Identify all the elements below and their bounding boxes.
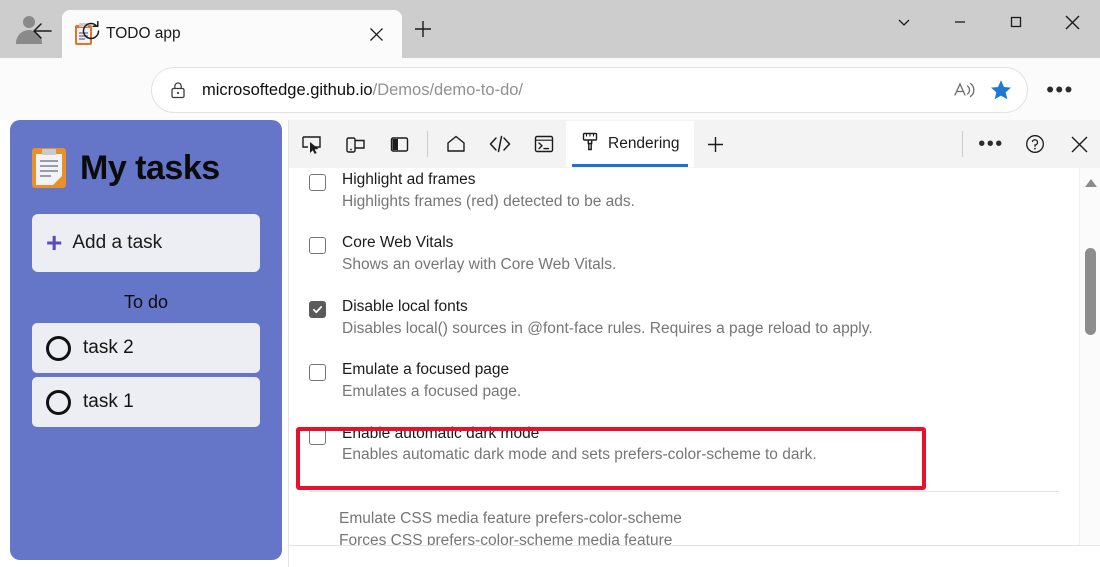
device-emulation-icon[interactable] xyxy=(333,124,377,164)
page-viewport: My tasks + To do task 2 task 1 xyxy=(0,120,1100,567)
reload-button[interactable] xyxy=(72,12,110,50)
task-list: task 2 task 1 xyxy=(32,323,260,427)
more-tools-label: ••• xyxy=(978,133,1004,155)
page-title: My tasks xyxy=(80,148,220,187)
devtools-close-button[interactable] xyxy=(1057,124,1100,164)
option-title: Disable local fonts xyxy=(342,297,468,315)
address-input-container[interactable]: microsoftedge.github.io/Demos/demo-to-do… xyxy=(152,68,1027,112)
clipboard-icon xyxy=(32,148,66,188)
task-toggle-icon[interactable] xyxy=(46,389,71,415)
todo-app-panel: My tasks + To do task 2 task 1 xyxy=(10,120,358,560)
inspect-element-icon[interactable] xyxy=(289,124,333,164)
url-text: microsoftedge.github.io/Demos/demo-to-do… xyxy=(202,81,947,100)
task-label: task 2 xyxy=(83,337,134,358)
devtools-panel: Rendering ••• Highlight ad frames Highli… xyxy=(288,120,1100,567)
tab-title: TODO app xyxy=(106,25,181,42)
option-description: Shows an overlay with Core Web Vitals. xyxy=(342,256,617,274)
option-title: Enable automatic dark mode xyxy=(342,424,540,442)
checkbox[interactable] xyxy=(309,237,326,255)
url-path: /Demos/demo-to-do/ xyxy=(372,80,524,99)
task-label: task 1 xyxy=(83,391,134,412)
list-item[interactable]: task 2 xyxy=(32,323,260,373)
lock-icon xyxy=(168,80,188,100)
toolbar-divider xyxy=(427,131,428,157)
checkbox[interactable] xyxy=(309,174,326,191)
checkbox[interactable] xyxy=(309,300,326,318)
browser-tab[interactable]: TODO app xyxy=(62,10,402,58)
rendering-option-core-web-vitals[interactable]: Core Web Vitals Shows an overlay with Co… xyxy=(303,223,1065,286)
elements-code-icon[interactable] xyxy=(478,124,522,164)
console-terminal-icon[interactable] xyxy=(522,124,566,164)
tab-rendering-label: Rendering xyxy=(608,135,680,152)
rendering-options-list: Highlights elements (teal) that can slow… xyxy=(289,168,1100,567)
option-description: Emulates a focused page. xyxy=(342,383,522,401)
more-tools-button[interactable]: ••• xyxy=(969,124,1013,164)
list-item[interactable]: task 1 xyxy=(32,377,260,427)
close-icon[interactable] xyxy=(362,20,390,48)
rendering-option-prefers-color-scheme[interactable]: Emulate CSS media feature prefers-color-… xyxy=(303,492,1065,553)
browser-settings-button[interactable]: ••• xyxy=(1042,75,1078,105)
task-toggle-icon[interactable] xyxy=(46,335,71,361)
help-question-icon[interactable] xyxy=(1013,124,1057,164)
toolbar-right-group: ••• xyxy=(956,124,1100,164)
star-filled-icon[interactable] xyxy=(983,74,1019,106)
window-close-button[interactable] xyxy=(1044,0,1100,44)
url-host: microsoftedge.github.io xyxy=(202,80,373,99)
add-task-row[interactable]: + xyxy=(32,214,358,272)
rendering-option-automatic-dark-mode[interactable]: Enable automatic dark mode Enables autom… xyxy=(303,414,1065,477)
option-description: Enables automatic dark mode and sets pre… xyxy=(342,446,817,464)
home-icon[interactable] xyxy=(434,124,478,164)
window-controls xyxy=(876,0,1100,58)
todo-header: My tasks xyxy=(32,148,260,188)
maximize-button[interactable] xyxy=(988,0,1044,44)
scroll-up-arrow-icon[interactable] xyxy=(1080,172,1100,194)
add-task-input[interactable] xyxy=(72,232,318,254)
rendering-brush-icon xyxy=(580,131,600,157)
checkbox[interactable] xyxy=(309,427,326,445)
plus-icon: + xyxy=(46,227,63,258)
option-description: Disables local() sources in @font-face r… xyxy=(342,319,873,337)
devtools-toolbar: Rendering ••• xyxy=(289,120,1100,168)
devtools-scrollbar[interactable] xyxy=(1079,168,1100,567)
rendering-option-emulate-focused-page[interactable]: Emulate a focused page Emulates a focuse… xyxy=(303,350,1065,413)
title-bar: TODO app xyxy=(0,0,1100,58)
checkbox[interactable] xyxy=(309,364,326,382)
option-description: Highlights frames (red) detected to be a… xyxy=(342,192,635,210)
back-button[interactable] xyxy=(24,12,62,50)
option-title: Emulate CSS media feature prefers-color-… xyxy=(339,509,682,527)
browser-window: TODO app microsoftedge.github.io/Demos/d… xyxy=(0,0,1100,567)
todo-section-label: To do xyxy=(123,292,169,312)
rendering-option-disable-local-fonts[interactable]: Disable local fonts Disables local() sou… xyxy=(303,287,1065,350)
check-icon xyxy=(312,305,323,313)
read-aloud-icon[interactable] xyxy=(947,74,983,106)
option-title: Core Web Vitals xyxy=(342,234,454,252)
scrollbar-thumb[interactable] xyxy=(1085,248,1096,335)
option-title: Highlight ad frames xyxy=(342,171,476,188)
minimize-button[interactable] xyxy=(932,0,988,44)
add-tool-button[interactable] xyxy=(694,124,738,164)
devtools-status-bar xyxy=(289,545,1100,567)
toolbar-divider xyxy=(962,131,963,157)
rendering-option-highlight-ad-frames[interactable]: Highlight ad frames Highlights frames (r… xyxy=(303,168,1065,223)
tab-actions-button[interactable] xyxy=(876,0,932,44)
option-title: Emulate a focused page xyxy=(342,361,510,379)
new-tab-button[interactable] xyxy=(404,10,442,48)
tab-rendering[interactable]: Rendering xyxy=(566,121,694,167)
dock-side-icon[interactable] xyxy=(377,124,421,164)
